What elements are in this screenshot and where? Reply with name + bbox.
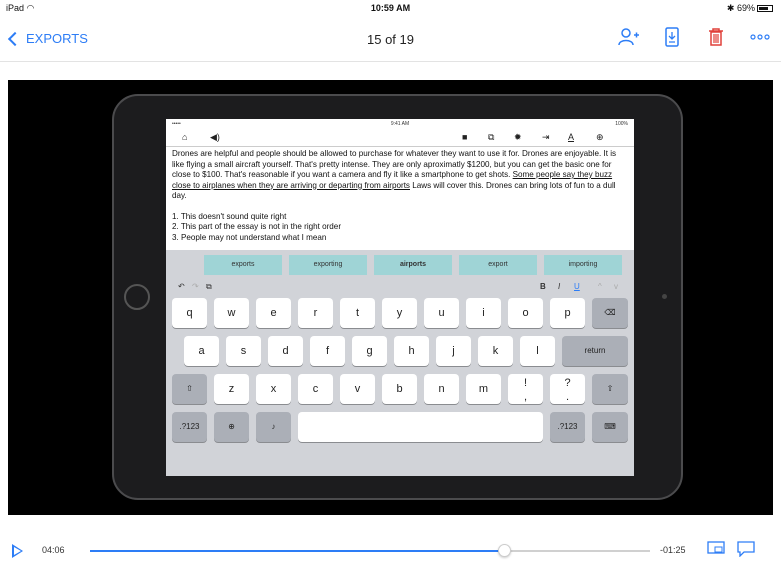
copy-icon[interactable]: ⧉	[488, 132, 494, 143]
shift-left-key[interactable]: ⇧	[172, 374, 207, 404]
return-key[interactable]: return	[562, 336, 628, 366]
text-format-icon[interactable]: A	[568, 132, 574, 142]
suggestion-bar: exports exporting airports export import…	[166, 250, 634, 278]
bluetooth-icon: ✱	[726, 3, 735, 13]
key-a[interactable]: a	[184, 336, 219, 366]
nav-bar: EXPORTS 15 of 19	[0, 18, 781, 62]
key-f[interactable]: f	[310, 336, 345, 366]
key-w[interactable]: w	[214, 298, 249, 328]
chevron-up-icon[interactable]: ^	[598, 282, 602, 291]
key-l[interactable]: l	[520, 336, 555, 366]
camera-icon	[662, 294, 667, 299]
list-item: 1. This doesn't sound quite right	[172, 211, 287, 221]
media-player: 04:06 -01:25	[12, 537, 769, 567]
microphone-icon[interactable]: ♪	[256, 412, 291, 442]
export-icon[interactable]: ⇥	[542, 132, 550, 143]
status-time: 10:59 AM	[370, 3, 411, 13]
bold-button[interactable]: B	[540, 282, 546, 291]
shift-right-key[interactable]: ⇧	[592, 374, 628, 404]
airplay-icon[interactable]	[707, 541, 725, 562]
battery-percent: 69%	[736, 3, 755, 13]
ipad-screen: ••••• 9:41 AM 100% ⌂ ◀) ■ ⧉ ✹ ⇥ A ⊕ Dron…	[166, 119, 634, 476]
key-y[interactable]: y	[382, 298, 417, 328]
key-j[interactable]: j	[436, 336, 471, 366]
suggestion-airports[interactable]: airports	[374, 255, 452, 275]
speaker-icon[interactable]: ◀)	[210, 132, 220, 143]
key-s[interactable]: s	[226, 336, 261, 366]
key-k[interactable]: k	[478, 336, 513, 366]
key-n[interactable]: n	[424, 374, 459, 404]
suggestion-exporting[interactable]: exporting	[289, 255, 367, 275]
key-b[interactable]: b	[382, 374, 417, 404]
editor-toolbar: ⌂ ◀) ■ ⧉ ✹ ⇥ A ⊕	[166, 129, 634, 147]
elapsed-time: 04:06	[42, 545, 65, 555]
suggestion-export[interactable]: export	[459, 255, 537, 275]
redo-icon[interactable]: ↷	[192, 282, 199, 291]
numbers-key-left[interactable]: .?123	[172, 412, 207, 442]
list-item: 2. This part of the essay is not in the …	[172, 222, 342, 231]
key-m[interactable]: m	[466, 374, 501, 404]
suggestion-importing[interactable]: importing	[544, 255, 622, 275]
nav-actions	[617, 26, 771, 48]
feedback-list: 1. This doesn't sound quite right 2. Thi…	[172, 212, 628, 244]
on-screen-keyboard: ↶ ↷ ⧉ B I U ^ v q w e r t y u i o p ⌫ a …	[166, 278, 634, 476]
gear-icon[interactable]: ✹	[514, 132, 522, 143]
suggestion-exports[interactable]: exports	[204, 255, 282, 275]
key-t[interactable]: t	[340, 298, 375, 328]
video-frame[interactable]: ••••• 9:41 AM 100% ⌂ ◀) ■ ⧉ ✹ ⇥ A ⊕ Dron…	[8, 80, 773, 515]
scrubber-progress	[90, 550, 505, 552]
key-q[interactable]: q	[172, 298, 207, 328]
key-exclaim-comma[interactable]: !,	[508, 374, 543, 404]
undo-icon[interactable]: ↶	[178, 282, 185, 291]
key-p[interactable]: p	[550, 298, 585, 328]
document-body[interactable]: Drones are helpful and people should be …	[166, 147, 634, 250]
list-item: 3. People may not understand what I mean	[172, 232, 327, 242]
home-button-icon	[124, 284, 150, 310]
inner-status-bar: ••••• 9:41 AM 100%	[166, 119, 634, 129]
key-e[interactable]: e	[256, 298, 291, 328]
document-paragraph: Drones are helpful and people should be …	[172, 149, 617, 200]
key-z[interactable]: z	[214, 374, 249, 404]
ipad-device-image: ••••• 9:41 AM 100% ⌂ ◀) ■ ⧉ ✹ ⇥ A ⊕ Dron…	[112, 94, 683, 500]
underline-button[interactable]: U	[574, 282, 580, 291]
remaining-time: -01:25	[660, 545, 686, 555]
key-u[interactable]: u	[424, 298, 459, 328]
key-h[interactable]: h	[394, 336, 429, 366]
numbers-key-right[interactable]: .?123	[550, 412, 585, 442]
globe-icon[interactable]: ⊕	[214, 412, 249, 442]
key-d[interactable]: d	[268, 336, 303, 366]
key-x[interactable]: x	[256, 374, 291, 404]
play-icon[interactable]	[12, 544, 23, 558]
paste-icon[interactable]: ⧉	[206, 282, 212, 292]
comment-icon[interactable]	[737, 541, 755, 562]
key-question-period[interactable]: ?.	[550, 374, 585, 404]
more-icon[interactable]	[749, 26, 771, 48]
key-o[interactable]: o	[508, 298, 543, 328]
device-download-icon[interactable]	[661, 26, 683, 48]
key-r[interactable]: r	[298, 298, 333, 328]
add-person-icon[interactable]	[617, 26, 639, 48]
backspace-key[interactable]: ⌫	[592, 298, 628, 328]
space-key[interactable]	[298, 412, 543, 442]
status-right: ✱ 69%	[727, 3, 773, 14]
keyboard-dismiss-icon[interactable]: ⌨	[592, 412, 628, 442]
key-c[interactable]: c	[298, 374, 333, 404]
key-g[interactable]: g	[352, 336, 387, 366]
battery-icon	[757, 5, 773, 12]
scrubber-handle[interactable]	[498, 544, 512, 557]
box-icon[interactable]: ■	[462, 132, 467, 142]
status-bar: iPad ◠ 10:59 AM ✱ 69%	[0, 0, 781, 16]
home-icon[interactable]: ⌂	[182, 132, 187, 142]
inner-time: 9:41 AM	[390, 121, 410, 127]
inner-battery: 100%	[615, 121, 628, 127]
key-i[interactable]: i	[466, 298, 501, 328]
chevron-down-icon[interactable]: v	[614, 282, 618, 291]
key-v[interactable]: v	[340, 374, 375, 404]
italic-button[interactable]: I	[558, 282, 560, 291]
add-circle-icon[interactable]: ⊕	[596, 132, 604, 143]
trash-icon[interactable]	[705, 26, 727, 48]
scrubber-track[interactable]	[90, 544, 650, 557]
